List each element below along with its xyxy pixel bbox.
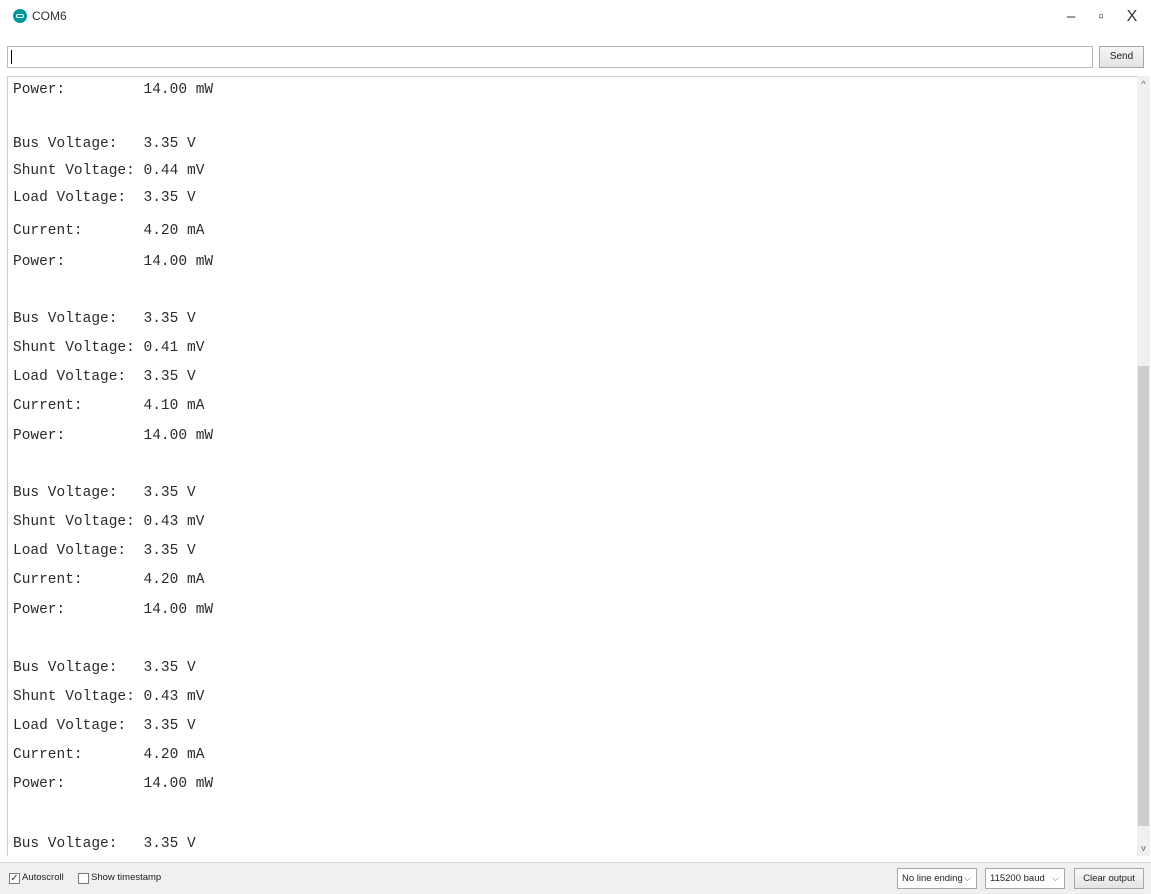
baud-rate-select[interactable]: 115200 baud ⌵ [985,868,1065,889]
output-line: Bus Voltage: 3.35 V [13,660,196,676]
close-button[interactable]: X [1115,4,1149,30]
autoscroll-checkbox[interactable]: ✓ [9,873,20,884]
output-line: Shunt Voltage: 0.43 mV [13,514,205,530]
text-caret [11,50,12,64]
show-timestamp-label[interactable]: Show timestamp [91,871,161,885]
bottom-toolbar: ✓ Autoscroll Show timestamp No line endi… [0,862,1151,894]
vertical-scrollbar[interactable]: ^ v [1137,76,1150,856]
autoscroll-label[interactable]: Autoscroll [22,871,64,885]
output-line: Current: 4.20 mA [13,223,205,239]
minimize-button[interactable]: – [1054,4,1088,30]
show-timestamp-checkbox[interactable] [78,873,89,884]
output-line: Power: 14.00 mW [13,602,214,618]
output-line: Shunt Voltage: 0.43 mV [13,689,205,705]
line-ending-value: No line ending [902,873,963,884]
chevron-down-icon: ⌵ [1052,873,1059,883]
send-button[interactable]: Send [1099,46,1144,68]
maximize-button[interactable]: ▫ [1084,4,1118,30]
serial-output[interactable]: Power: 14.00 mW Bus Voltage: 3.35 V Shun… [7,76,1137,856]
output-line: Bus Voltage: 3.35 V [13,136,196,152]
clear-output-button[interactable]: Clear output [1074,868,1144,889]
output-line: Shunt Voltage: 0.44 mV [13,163,205,179]
window-title: COM6 [32,9,67,23]
arduino-logo-icon [13,9,27,23]
send-row: Send [0,40,1151,74]
output-line: Power: 14.00 mW [13,254,214,270]
output-line: Load Voltage: 3.35 V [13,369,196,385]
output-line: Load Voltage: 3.35 V [13,190,196,206]
scroll-down-arrow-icon[interactable]: v [1137,842,1150,854]
send-input[interactable] [7,46,1093,68]
output-line: Current: 4.20 mA [13,747,205,763]
output-line: Power: 14.00 mW [13,82,214,98]
title-bar: COM6 – ▫ X [0,0,1151,40]
chevron-down-icon: ⌵ [964,873,971,883]
serial-monitor-window: COM6 – ▫ X Send Power: 14.00 mW Bus Volt… [0,0,1151,894]
output-line: Bus Voltage: 3.35 V [13,311,196,327]
output-line: Bus Voltage: 3.35 V [13,485,196,501]
baud-rate-value: 115200 baud [990,873,1045,884]
output-line: Power: 14.00 mW [13,428,214,444]
output-line: Load Voltage: 3.35 V [13,543,196,559]
output-line: Current: 4.10 mA [13,398,205,414]
line-ending-select[interactable]: No line ending ⌵ [897,868,977,889]
scroll-up-arrow-icon[interactable]: ^ [1137,78,1150,90]
scrollbar-thumb[interactable] [1138,366,1149,826]
output-line: Bus Voltage: 3.35 V [13,836,196,852]
output-line: Load Voltage: 3.35 V [13,718,196,734]
output-line: Shunt Voltage: 0.41 mV [13,340,205,356]
output-line: Power: 14.00 mW [13,776,214,792]
output-line: Current: 4.20 mA [13,572,205,588]
